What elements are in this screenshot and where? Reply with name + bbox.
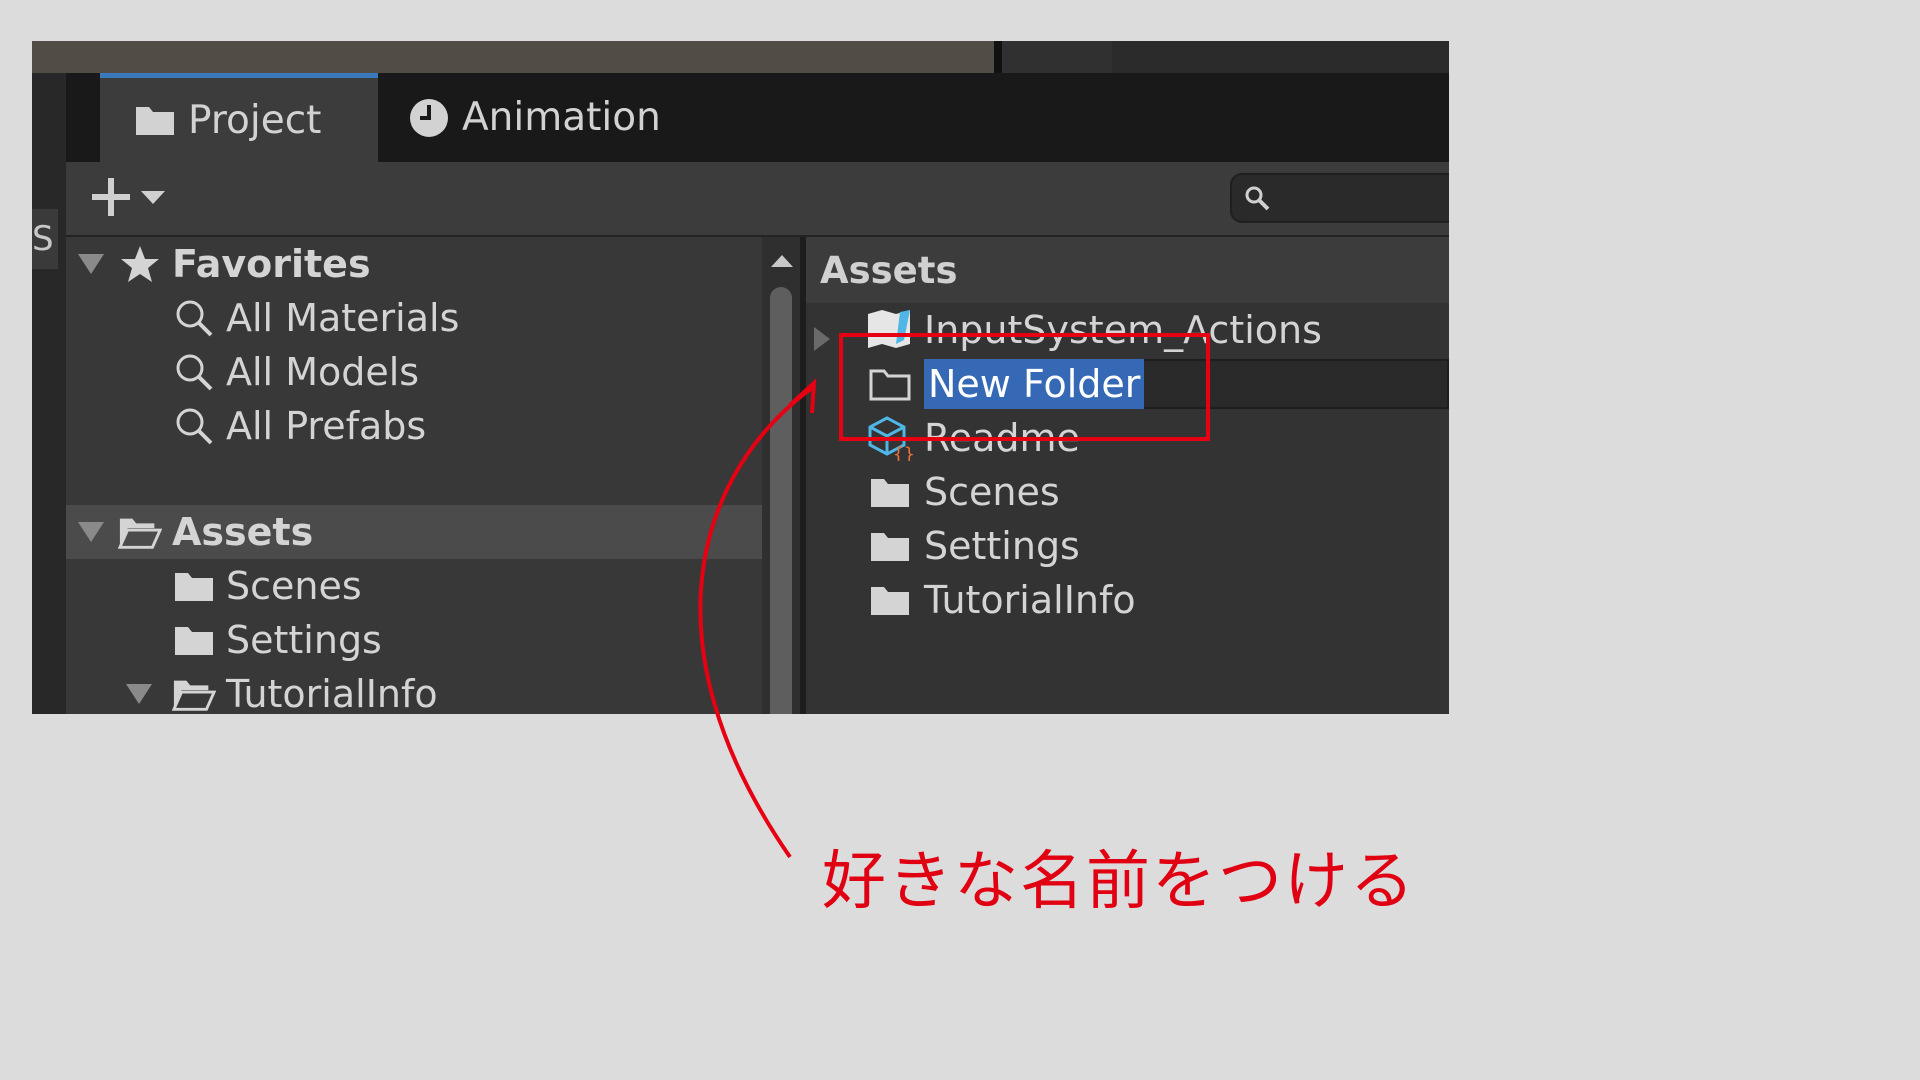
empty-folder-icon [866,360,914,408]
rename-selected-text[interactable]: New Folder [924,359,1145,409]
annotation-text: 好きな名前をつける [822,845,1416,919]
